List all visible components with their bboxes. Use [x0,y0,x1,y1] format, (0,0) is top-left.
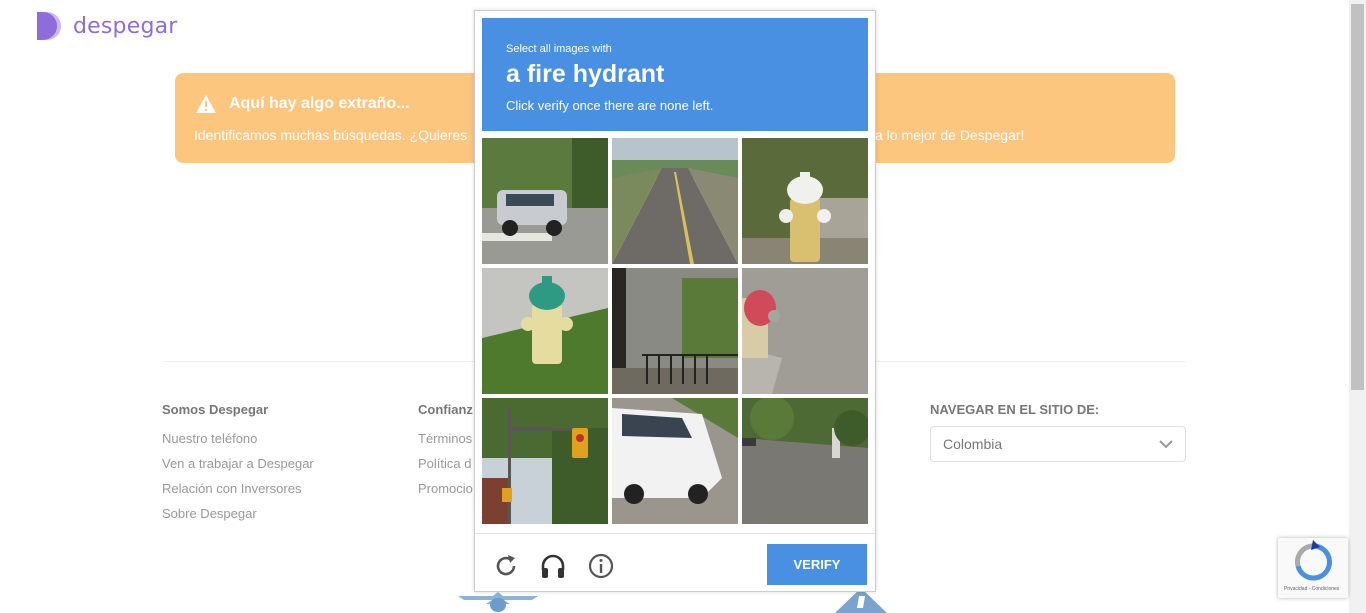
banner-message: Identificamos muchas búsquedas. ¿Quieres [194,127,468,143]
banner-title: Aquí hay algo extraño... [229,95,410,112]
recaptcha-links[interactable]: Privacidad - Condiciones [1284,586,1339,592]
site-country-select[interactable]: Colombia [930,426,1186,462]
captcha-tile-9[interactable] [742,398,868,524]
footer-link-terminos[interactable]: Términos [418,426,473,451]
captcha-tile-6[interactable] [742,268,868,394]
despegar-logo-icon [37,12,61,40]
captcha-tile-4[interactable] [482,268,608,394]
despegar-logo[interactable]: despegar [35,10,178,42]
recaptcha-badge[interactable]: Privacidad - Condiciones [1278,538,1348,598]
logo-text: despegar [73,13,178,39]
captcha-image-grid [482,138,868,524]
footer-col-somos: Somos Despegar Nuestro teléfono Ven a tr… [162,402,314,526]
recaptcha-icon [1295,540,1332,581]
footer-link-trabajar[interactable]: Ven a trabajar a Despegar [162,451,314,476]
captcha-hint: Click verify once there are none left. [506,98,714,113]
warning-icon [196,95,216,113]
footer-col-confianza: Confianz Términos Política d Promocio [418,402,473,501]
captcha-footer: VERIFY [475,533,875,592]
captcha-target-object: a fire hydrant [506,60,665,88]
captcha-tile-5[interactable] [612,268,738,394]
captcha-tile-2[interactable] [612,138,738,264]
captcha-tile-7[interactable] [482,398,608,524]
captcha-tile-1[interactable] [482,138,608,264]
footer-link-telefono[interactable]: Nuestro teléfono [162,426,314,451]
info-icon[interactable] [587,552,615,580]
footer-link-politica[interactable]: Política d [418,451,473,476]
audio-challenge-icon[interactable] [539,552,567,580]
footer-heading: Somos Despegar [162,402,269,417]
captcha-challenge: Select all images with a fire hydrant Cl… [474,10,876,592]
reload-icon[interactable] [492,552,520,580]
scrollbar-thumb[interactable] [1351,4,1364,390]
footer-link-sobre[interactable]: Sobre Despegar [162,501,314,526]
wings-logo-icon [458,592,538,612]
captcha-instruction: Select all images with [506,43,612,55]
captcha-tile-3[interactable] [742,138,868,264]
captcha-header: Select all images with a fire hydrant Cl… [482,18,868,131]
footer-col-site: NAVEGAR EN EL SITIO DE: Colombia [930,402,1186,462]
page-scrollbar[interactable] [1349,0,1366,613]
footer-heading: Confianz [418,402,473,417]
site-country-value: Colombia [943,436,1003,452]
footer-link-promociones[interactable]: Promocio [418,476,473,501]
banner-message-end: a lo mejor de Despegar! [875,127,1025,143]
chevron-down-icon [1159,439,1173,448]
verify-button[interactable]: VERIFY [767,544,867,585]
site-selector-heading: NAVEGAR EN EL SITIO DE: [930,402,1100,417]
footer-link-inversores[interactable]: Relación con Inversores [162,476,314,501]
captcha-tile-8[interactable] [612,398,738,524]
